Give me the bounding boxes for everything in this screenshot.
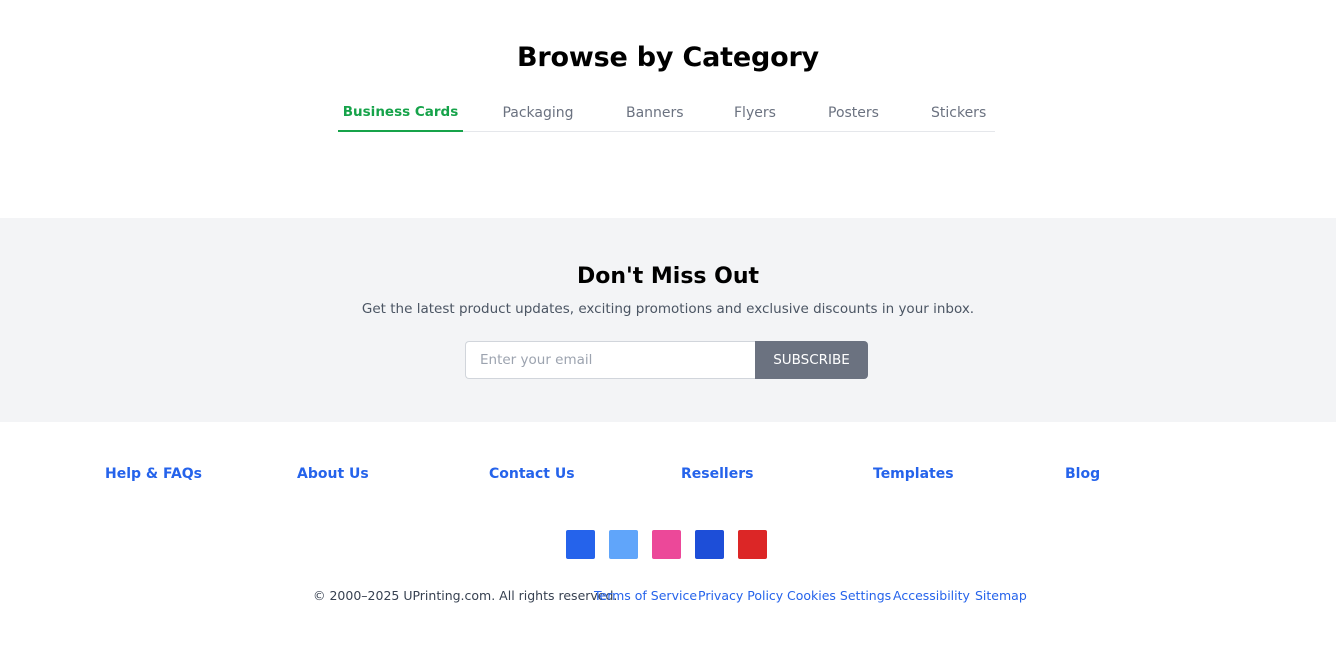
accessibility-link[interactable]: Accessibility [893,588,970,603]
tab-banners[interactable]: Banners [626,96,684,132]
facebook-icon[interactable] [566,530,595,559]
linkedin-icon[interactable] [695,530,724,559]
tab-business-cards[interactable]: Business Cards [338,96,463,132]
tab-stickers[interactable]: Stickers [931,96,986,132]
browse-by-category-section: Browse by Category Business Cards Packag… [0,0,1336,218]
tab-flyers[interactable]: Flyers [734,96,776,132]
tab-packaging[interactable]: Packaging [502,96,574,132]
footer-link-resellers[interactable]: Resellers [681,466,753,482]
cookies-settings-link[interactable]: Cookies Settings [787,588,891,603]
footer-link-contact-us[interactable]: Contact Us [489,466,575,482]
subscribe-button[interactable]: SUBSCRIBE [755,341,868,379]
footer-link-templates[interactable]: Templates [873,466,954,482]
instagram-icon[interactable] [652,530,681,559]
newsletter-section: Don't Miss Out Get the latest product up… [0,218,1336,422]
sitemap-link[interactable]: Sitemap [975,588,1027,603]
copyright-text: © 2000–2025 UPrinting.com. All rights re… [313,588,618,603]
youtube-icon[interactable] [738,530,767,559]
footer-links: Help & FAQs About Us Contact Us Reseller… [0,466,1336,488]
tab-posters[interactable]: Posters [828,96,879,132]
footer-link-about-us[interactable]: About Us [297,466,369,482]
category-tabs: Business Cards Packaging Banners Flyers … [338,96,995,132]
newsletter-title: Don't Miss Out [576,264,760,289]
email-input[interactable] [465,341,755,379]
twitter-icon[interactable] [609,530,638,559]
browse-title: Browse by Category [517,42,819,73]
footer-link-help-faqs[interactable]: Help & FAQs [105,466,202,482]
footer-link-blog[interactable]: Blog [1065,466,1100,482]
footer-bottom: © 2000–2025 UPrinting.com. All rights re… [0,588,1336,606]
newsletter-description: Get the latest product updates, exciting… [361,301,975,317]
terms-of-service-link[interactable]: Terms of Service [594,588,697,603]
privacy-policy-link[interactable]: Privacy Policy [698,588,783,603]
